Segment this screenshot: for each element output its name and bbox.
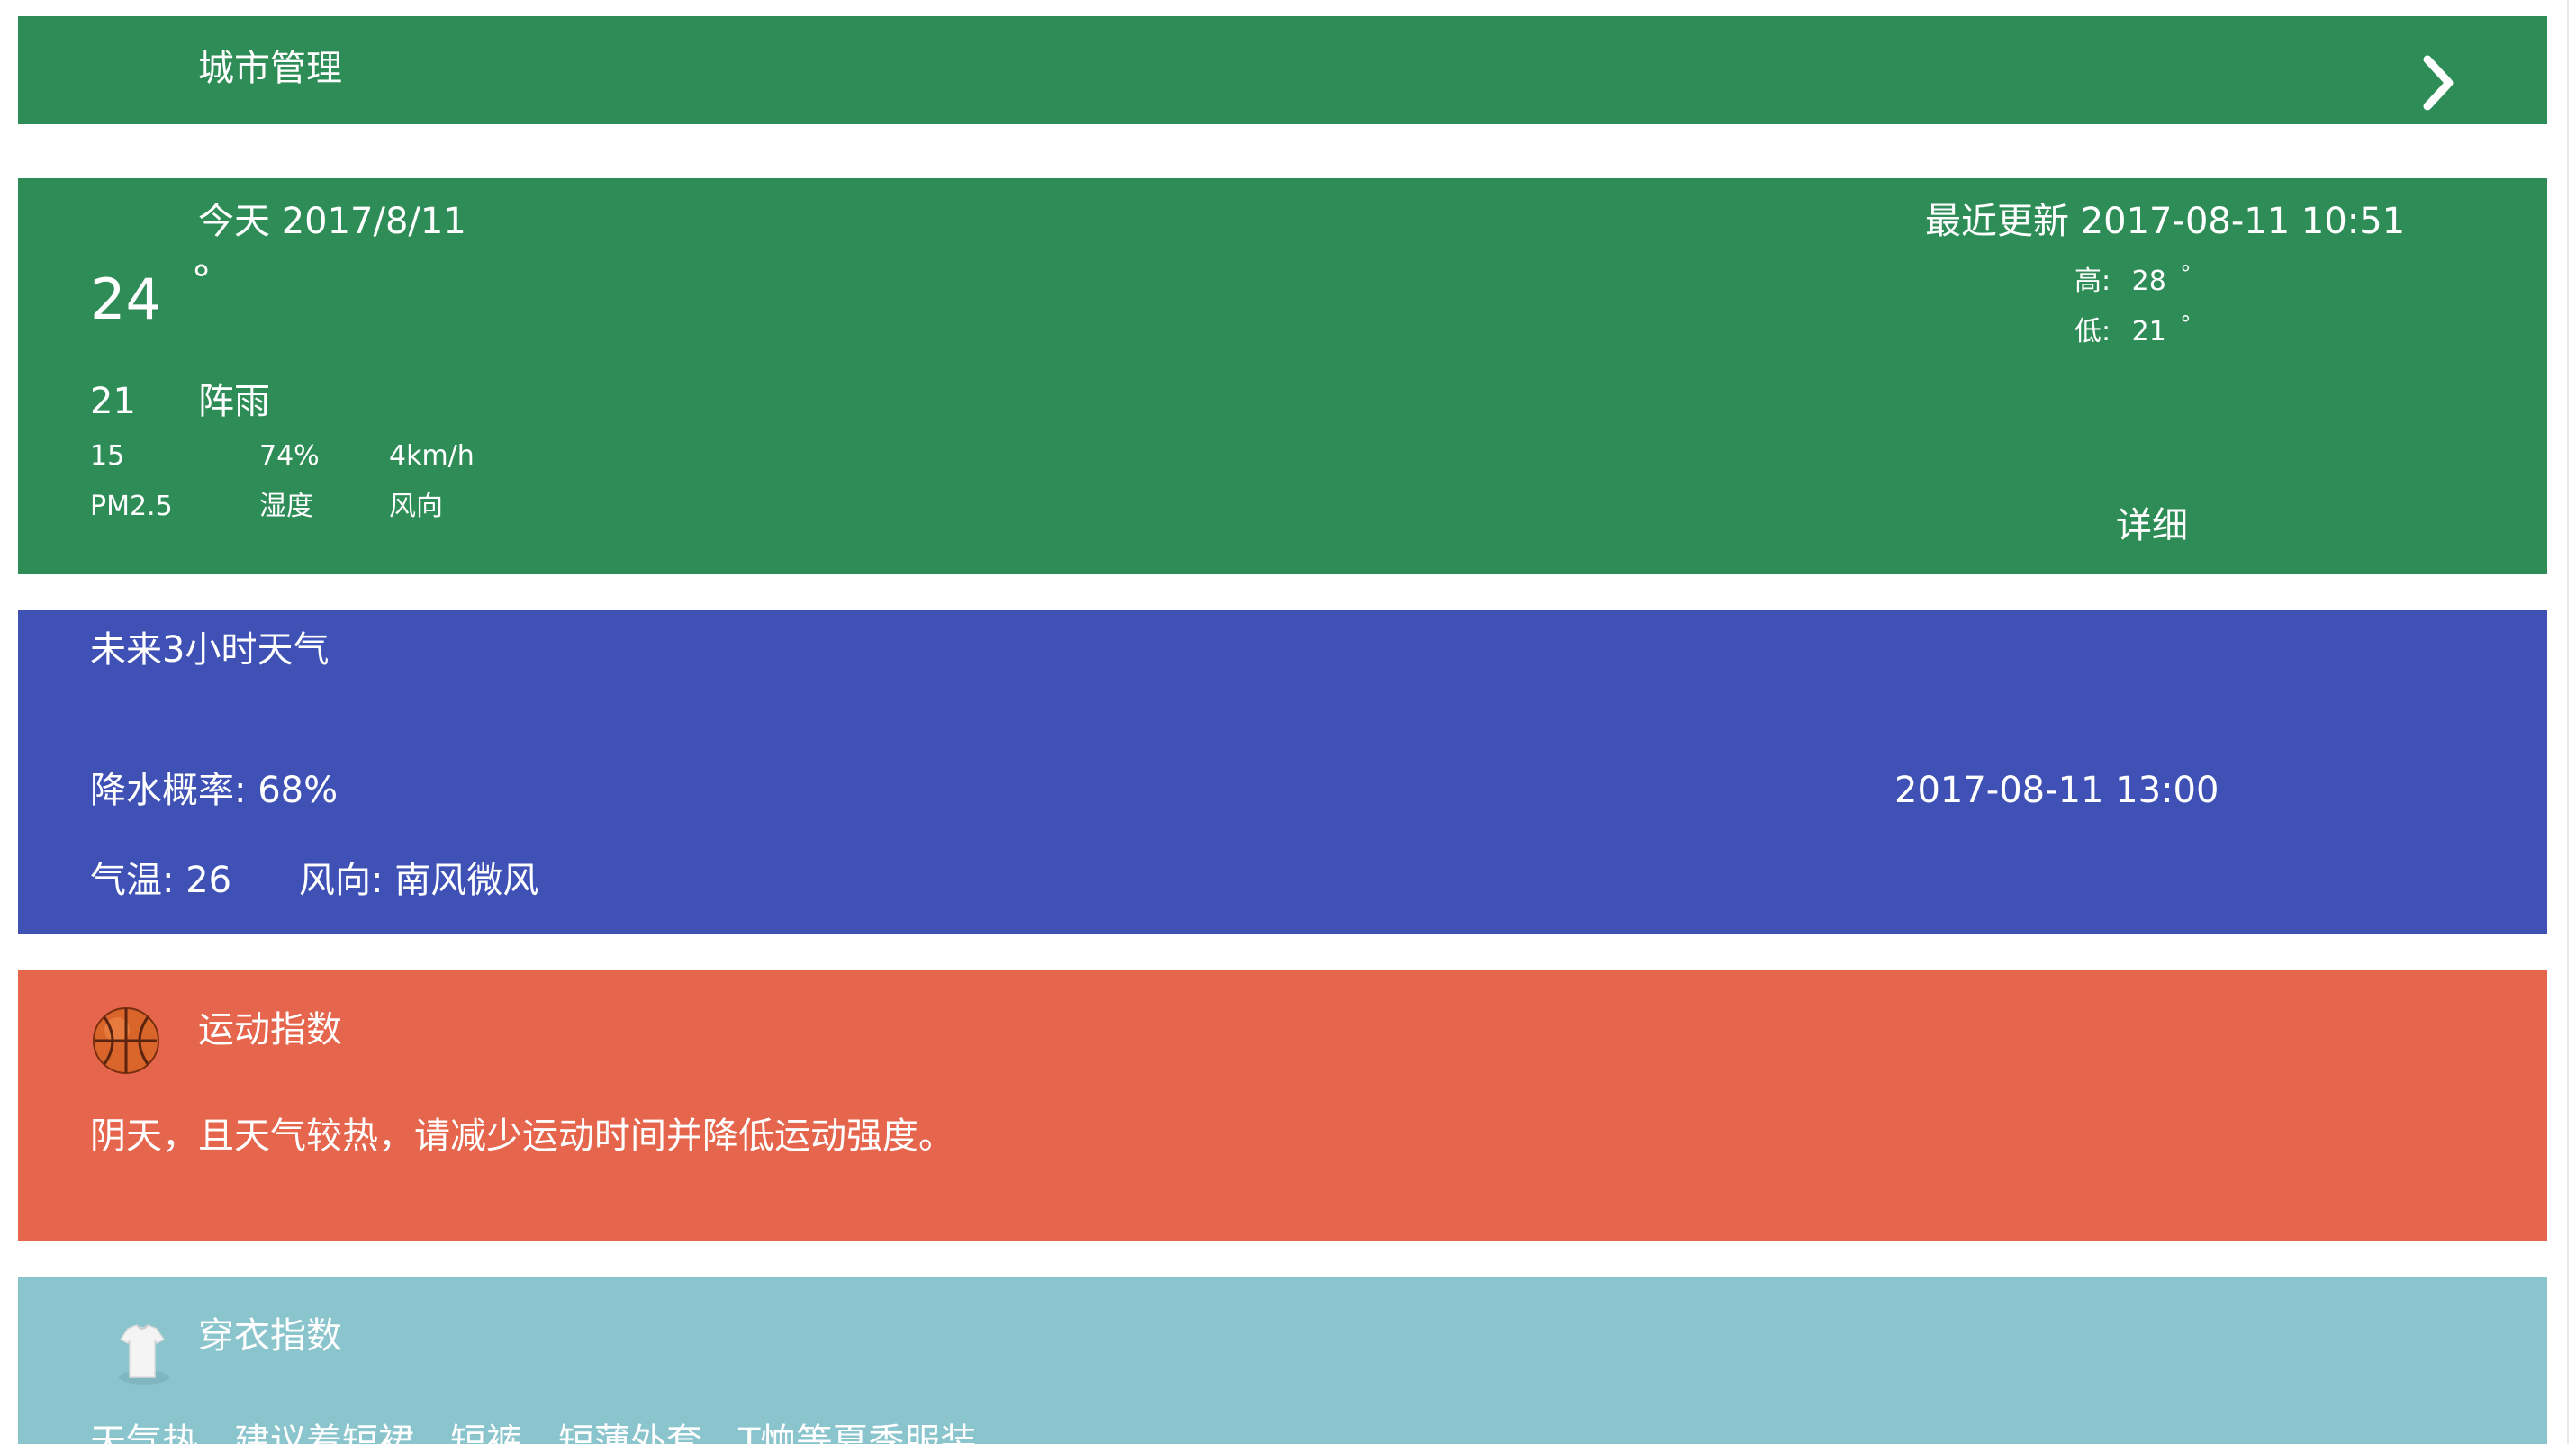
rain-probability: 降水概率: 68% [90,770,339,811]
humidity-value: 74% [259,440,320,472]
today-date: 今天 2017/8/11 [198,201,466,242]
last-updated: 最近更新 2017-08-11 10:51 [1925,201,2406,242]
pm25-label: PM2.5 [90,491,173,522]
detail-button[interactable]: 详细 [2116,508,2188,544]
wind-value: 4km/h [389,440,475,472]
forecast-card: 未来3小时天气 降水概率: 68% 2017-08-11 13:00 气温: 2… [18,610,2547,934]
sport-index-text: 阴天，且天气较热，请减少运动时间并降低运动强度。 [90,1115,954,1157]
degree-symbol: ° [191,257,212,303]
high-value: 28 [2131,266,2166,297]
tshirt-icon [119,1324,169,1385]
low-value: 21 [2131,316,2166,347]
forecast-temperature: 气温: 26 [90,860,232,901]
humidity-label: 湿度 [259,491,313,522]
pm25-value: 15 [90,440,125,472]
current-temp-value: 24 [90,266,161,332]
today-weather-card: 今天 2017/8/11 24 ° 最近更新 2017-08-11 10:51 … [18,178,2547,574]
low-degree: ° [2180,311,2192,337]
aqi-number: 21 [90,381,136,422]
clothing-index-title: 穿衣指数 [198,1315,342,1357]
low-label: 低: [2074,316,2111,347]
chevron-right-icon[interactable] [2420,54,2456,112]
low-temp-row: 低: 21 ° [2074,313,2191,346]
forecast-time: 2017-08-11 13:00 [1894,770,2219,811]
clothing-index-text: 天气热，建议着短裙、短裤、短薄外套、T恤等夏季服装。 [90,1421,1013,1444]
forecast-title: 未来3小时天气 [90,629,330,671]
current-temperature: 24 ° [90,261,212,328]
city-management-bar[interactable]: 城市管理 [18,16,2547,124]
forecast-wind: 风向: 南风微风 [299,860,539,901]
clothing-index-card: 穿衣指数 天气热，建议着短裙、短裤、短薄外套、T恤等夏季服装。 [18,1277,2547,1444]
sport-index-card: 运动指数 阴天，且天气较热，请减少运动时间并降低运动强度。 [18,970,2547,1241]
basketball-icon [93,1007,159,1074]
high-label: 高: [2074,266,2111,297]
wind-label: 风向 [389,491,443,522]
city-management-title: 城市管理 [198,48,342,89]
scrollbar[interactable] [2567,0,2569,1444]
high-temp-row: 高: 28 ° [2074,263,2191,295]
sport-index-title: 运动指数 [198,1009,342,1051]
weather-condition: 阵雨 [198,381,270,422]
high-degree: ° [2180,261,2192,286]
